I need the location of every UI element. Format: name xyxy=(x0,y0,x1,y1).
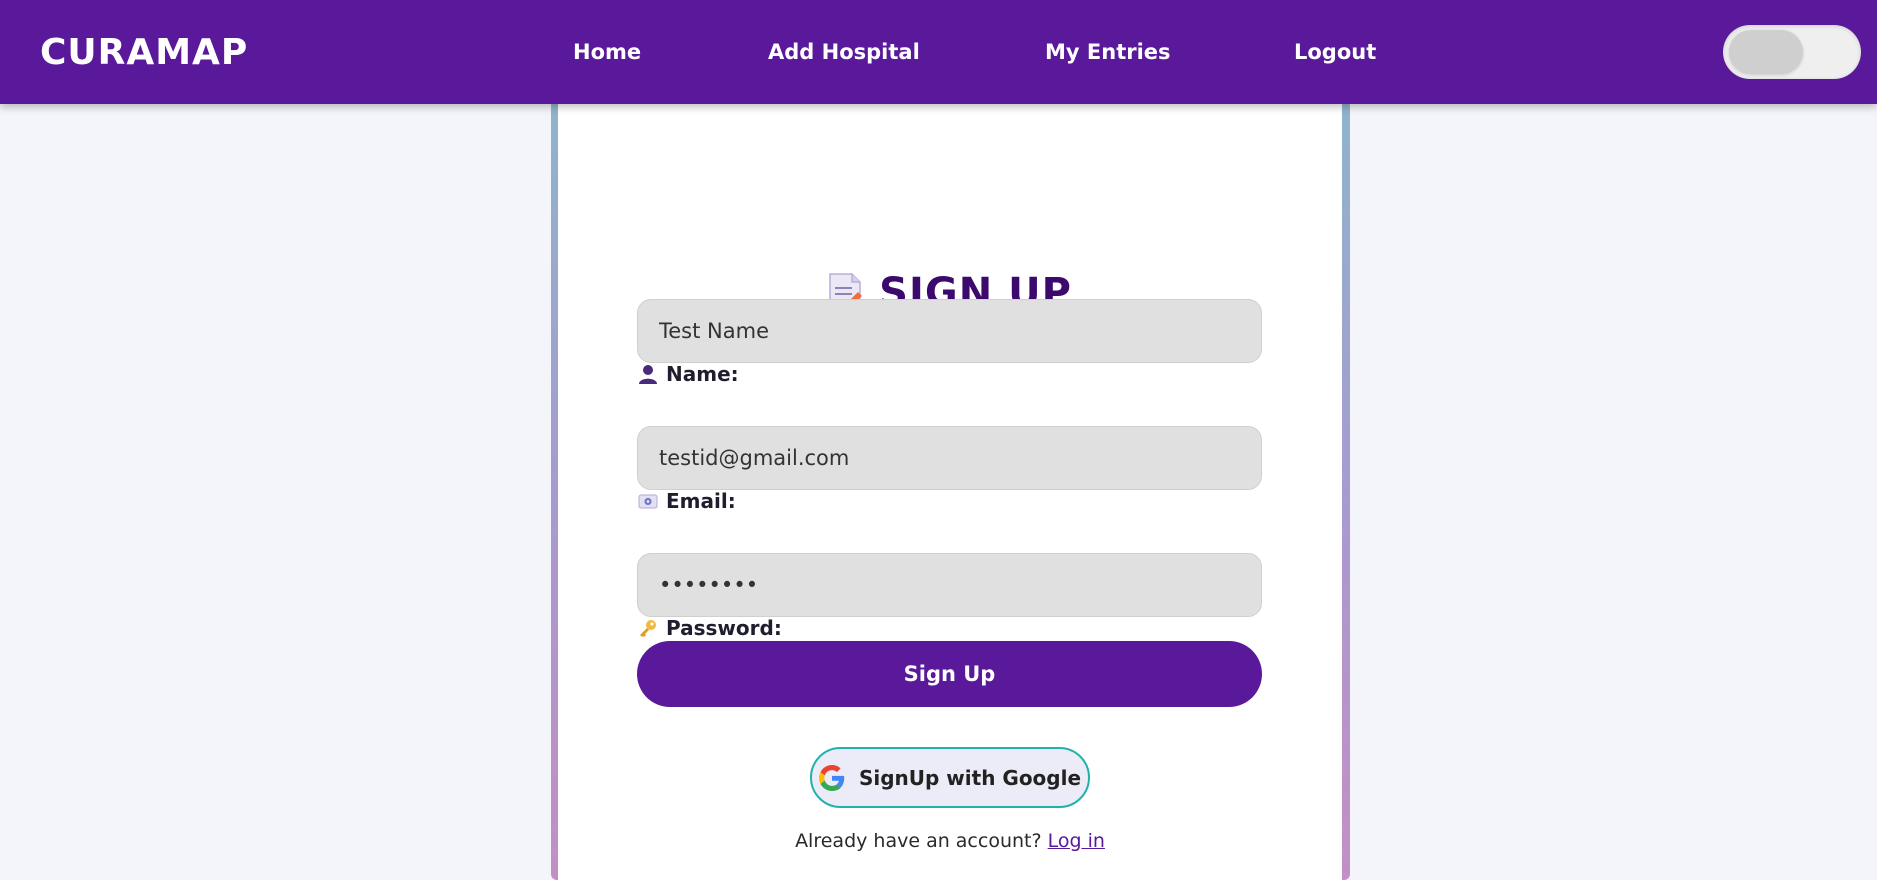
navbar: CURAMAP Home Add Hospital My Entries Log… xyxy=(0,0,1877,104)
google-signup-label: SignUp with Google xyxy=(858,765,1082,790)
key-icon xyxy=(638,618,658,638)
password-label-text: Password: xyxy=(666,616,782,640)
login-link[interactable]: Log in xyxy=(1048,830,1105,852)
nav-link-home[interactable]: Home xyxy=(573,40,641,64)
nav-link-add-hospital[interactable]: Add Hospital xyxy=(768,40,920,64)
email-input[interactable] xyxy=(637,426,1262,490)
sign-up-button[interactable]: Sign Up xyxy=(637,641,1262,707)
nav-link-logout[interactable]: Logout xyxy=(1294,40,1376,64)
password-label: Password: xyxy=(638,616,782,640)
signup-card: SIGN UP Name: Email: xyxy=(558,100,1342,880)
email-label-text: Email: xyxy=(666,489,736,513)
email-icon xyxy=(638,491,658,511)
name-label-text: Name: xyxy=(666,362,739,386)
email-label: Email: xyxy=(638,489,736,513)
password-input[interactable] xyxy=(637,553,1262,617)
login-prompt-line: Already have an account? Log in xyxy=(558,830,1342,852)
google-signup-button[interactable]: SignUp with Google xyxy=(810,747,1090,808)
name-label: Name: xyxy=(638,362,739,386)
name-input[interactable] xyxy=(637,299,1262,363)
brand-logo[interactable]: CURAMAP xyxy=(40,32,248,73)
login-prompt: Already have an account? xyxy=(795,830,1042,852)
theme-toggle-knob xyxy=(1729,30,1803,74)
google-icon xyxy=(818,764,845,791)
user-icon xyxy=(638,364,658,384)
theme-toggle[interactable] xyxy=(1723,25,1861,79)
nav-link-my-entries[interactable]: My Entries xyxy=(1045,40,1171,64)
